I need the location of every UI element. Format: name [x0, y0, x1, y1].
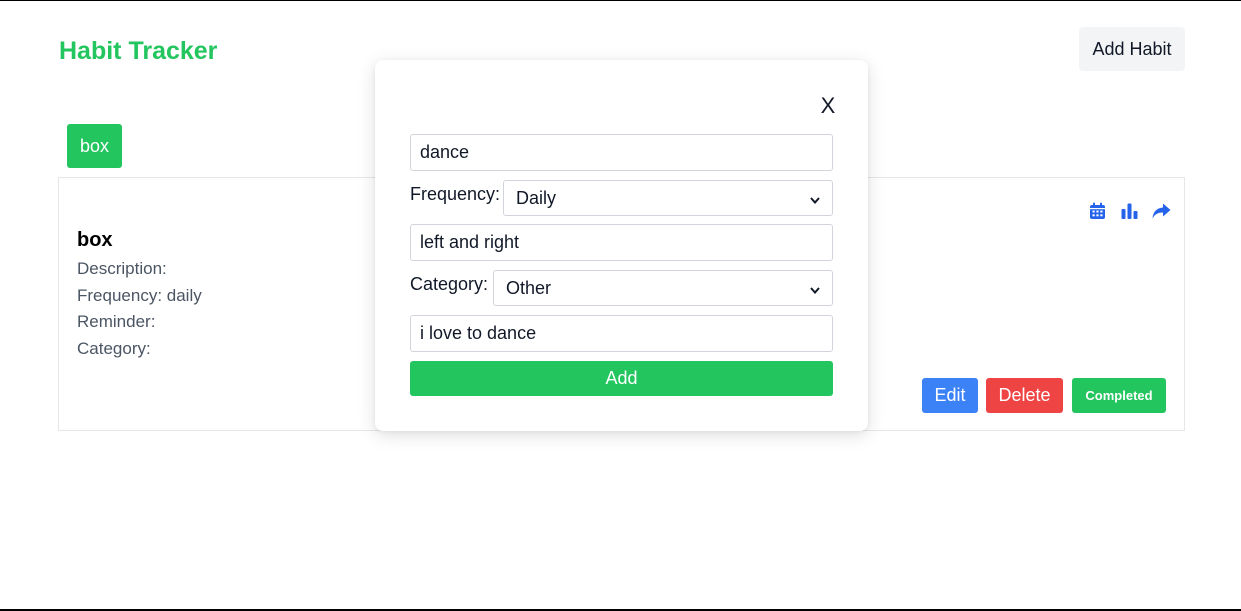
- habit-reminder: Reminder:: [77, 312, 156, 331]
- habit-tab-box[interactable]: box: [67, 124, 122, 168]
- frequency-select[interactable]: Daily: [503, 180, 833, 216]
- reminder-input[interactable]: [410, 224, 833, 261]
- close-button[interactable]: X: [818, 93, 838, 119]
- description-input[interactable]: [410, 315, 833, 352]
- habit-description: Description:: [77, 259, 167, 278]
- habit-frequency: Frequency: daily: [77, 286, 202, 305]
- edit-button[interactable]: Edit: [922, 378, 978, 413]
- habit-actions-icons: [1086, 200, 1172, 222]
- frequency-select-value: Daily: [516, 187, 557, 208]
- calendar-icon[interactable]: [1086, 200, 1108, 222]
- frequency-label: Frequency:: [410, 184, 501, 204]
- category-label: Category:: [410, 274, 489, 294]
- habit-name: box: [77, 229, 113, 251]
- category-select[interactable]: Other: [493, 270, 833, 306]
- habit-category: Category:: [77, 339, 151, 358]
- top-border: [0, 0, 1241, 1]
- category-select-value: Other: [506, 277, 552, 298]
- app-title: Habit Tracker: [59, 37, 218, 65]
- chart-bar-icon[interactable]: [1118, 200, 1140, 222]
- add-button[interactable]: Add: [410, 361, 833, 396]
- chevron-down-icon: [810, 188, 820, 209]
- add-habit-button[interactable]: Add Habit: [1079, 27, 1185, 71]
- completed-button[interactable]: Completed: [1072, 378, 1166, 413]
- habit-name-input[interactable]: [410, 134, 833, 171]
- chevron-down-icon: [810, 278, 820, 299]
- share-icon[interactable]: [1150, 200, 1172, 222]
- add-habit-modal: X Frequency: Daily Category: Other Add: [375, 60, 868, 431]
- delete-button[interactable]: Delete: [986, 378, 1063, 413]
